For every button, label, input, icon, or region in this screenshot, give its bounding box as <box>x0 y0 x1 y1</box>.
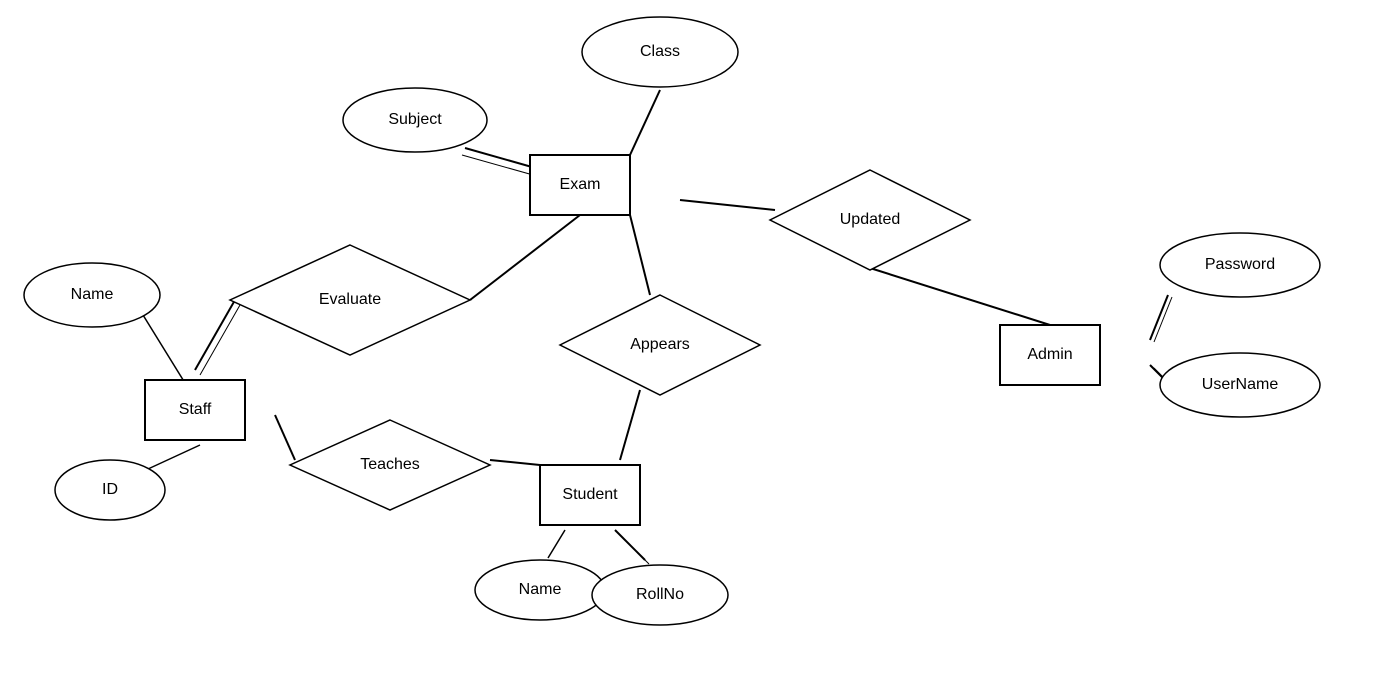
attribute-class-label: Class <box>640 43 680 60</box>
attribute-username-admin-label: UserName <box>1202 376 1279 393</box>
attribute-id-staff-label: ID <box>102 481 118 498</box>
line-exam-updated <box>680 200 775 210</box>
line-evaluate-staff2 <box>200 305 240 375</box>
line-student-rollno2 <box>619 534 649 564</box>
entity-staff-label: Staff <box>179 401 212 418</box>
attribute-password-admin-label: Password <box>1205 256 1275 273</box>
er-diagram: Evaluate Appears Updated Teaches Exam St… <box>0 0 1392 668</box>
attribute-subject-label: Subject <box>388 111 442 128</box>
line-updated-admin <box>870 268 1050 325</box>
relationship-updated-label: Updated <box>840 211 901 228</box>
line-evaluate-staff <box>195 300 235 370</box>
relationship-teaches-label: Teaches <box>360 456 420 473</box>
entity-admin-label: Admin <box>1027 346 1072 363</box>
line-admin-password2 <box>1154 297 1172 342</box>
relationship-evaluate-label: Evaluate <box>319 291 381 308</box>
line-staff-teaches <box>275 415 295 460</box>
line-exam-evaluate <box>470 215 580 300</box>
attribute-rollno-student-label: RollNo <box>636 586 684 603</box>
attribute-name-student-label: Name <box>519 581 562 598</box>
line-appears-student <box>620 390 640 460</box>
relationship-appears-label: Appears <box>630 336 690 353</box>
line-student-name <box>548 530 565 558</box>
line-name-staff <box>143 315 185 383</box>
line-teaches-student <box>490 460 540 465</box>
entity-student-label: Student <box>562 486 618 503</box>
entity-exam-label: Exam <box>560 176 601 193</box>
line-class-exam <box>630 90 660 155</box>
line-admin-password <box>1150 295 1168 340</box>
attribute-name-staff-label: Name <box>71 286 114 303</box>
line-exam-appears <box>630 215 650 295</box>
